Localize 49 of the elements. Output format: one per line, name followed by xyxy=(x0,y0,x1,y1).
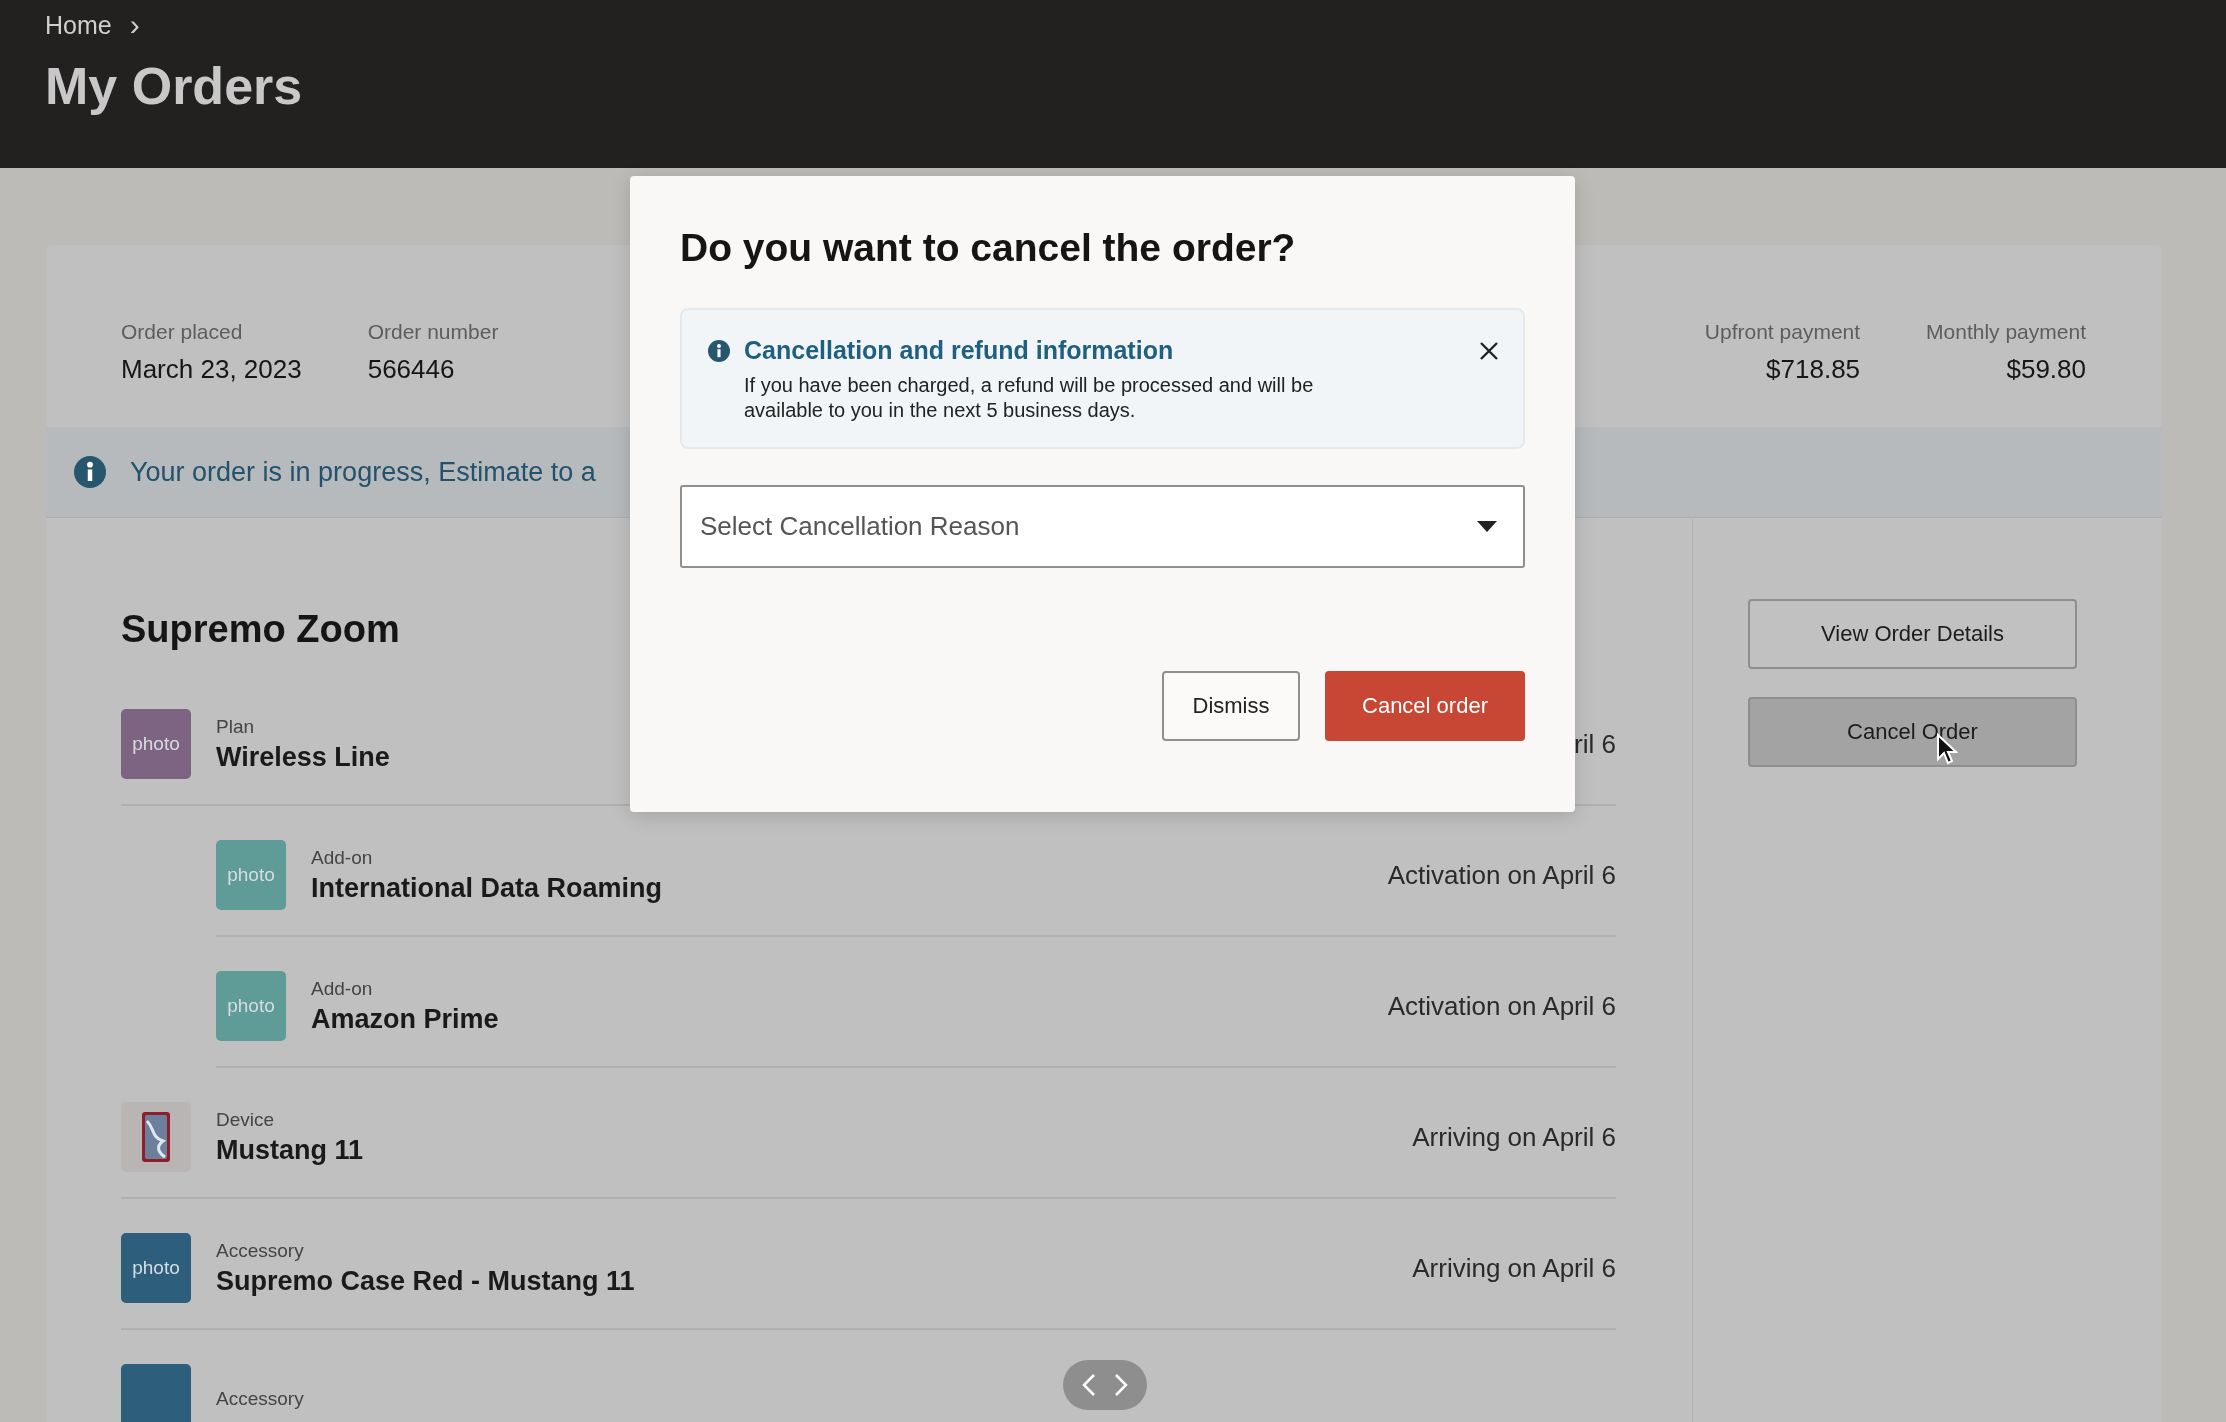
item-status: Activation on April 6 xyxy=(1387,990,1616,1022)
item-type: Device xyxy=(216,1108,275,1131)
item-name: Wireless Line xyxy=(216,741,390,773)
thumbnail-label: photo xyxy=(132,1257,180,1279)
phone-icon xyxy=(141,1111,171,1163)
action-button[interactable]: Cancel Order xyxy=(1748,697,2077,767)
item-type: Add-on xyxy=(311,977,373,1000)
thumbnail-label: photo xyxy=(227,864,275,886)
close-button[interactable] xyxy=(1479,340,1499,361)
status-message: Your order is in progress, Estimate to a xyxy=(130,456,596,488)
info-icon xyxy=(74,456,106,488)
item-status: Activation on April 6 xyxy=(1387,859,1616,891)
action-button[interactable]: View Order Details xyxy=(1748,599,2077,669)
field-label: Monthly payment xyxy=(1926,320,2086,344)
dismiss-button[interactable]: Dismiss xyxy=(1162,671,1300,741)
field-label: Upfront payment xyxy=(1704,320,1861,344)
info-title: Cancellation and refund information xyxy=(744,336,1175,365)
field-label: Order number xyxy=(367,320,499,344)
breadcrumb-link[interactable]: Home xyxy=(45,10,112,40)
field-label: Order placed xyxy=(121,320,244,344)
chevron-right-icon xyxy=(1114,1373,1128,1397)
info-icon xyxy=(708,339,730,362)
thumbnail-label: photo xyxy=(132,733,180,755)
info-text: If you have been charged, a refund will be processed and will be available to you in the next 5 business days. xyxy=(744,373,1315,423)
field-value: March 23, 2023 xyxy=(121,354,302,385)
item-type: Accessory xyxy=(216,1388,304,1410)
field-value: 566446 xyxy=(367,354,456,385)
dialog-title: Do you want to cancel the order? xyxy=(680,226,1297,270)
item-type: Plan xyxy=(216,715,255,738)
item-name: Amazon Prime xyxy=(311,1003,499,1035)
item-name: International Data Roaming xyxy=(311,872,663,904)
item-status: Arriving on April 6 xyxy=(1412,1121,1616,1153)
field-value: $718.85 xyxy=(1766,354,1861,385)
thumbnail-label: photo xyxy=(227,995,275,1017)
page-title: My Orders xyxy=(45,56,304,116)
field-value: $59.80 xyxy=(2006,354,2086,385)
item-type: Accessory xyxy=(216,1239,304,1262)
item-status: ril 6 xyxy=(1574,728,1616,760)
item-status: Arriving on April 6 xyxy=(1412,1252,1616,1284)
item-name: Mustang 11 xyxy=(216,1134,364,1166)
breadcrumb-separator: › xyxy=(129,8,140,42)
cancellation-reason-select[interactable]: Select Cancellation Reason xyxy=(680,485,1525,568)
product-title: Supremo Zoom xyxy=(121,608,400,651)
chevron-left-icon xyxy=(1082,1373,1096,1397)
dropdown-caret-icon xyxy=(1477,520,1497,533)
cancel-order-button[interactable]: Cancel order xyxy=(1325,671,1525,741)
close-icon xyxy=(1479,340,1499,361)
item-type: Add-on xyxy=(311,846,373,869)
item-name: Supremo Case Red - Mustang 11 xyxy=(216,1265,635,1297)
